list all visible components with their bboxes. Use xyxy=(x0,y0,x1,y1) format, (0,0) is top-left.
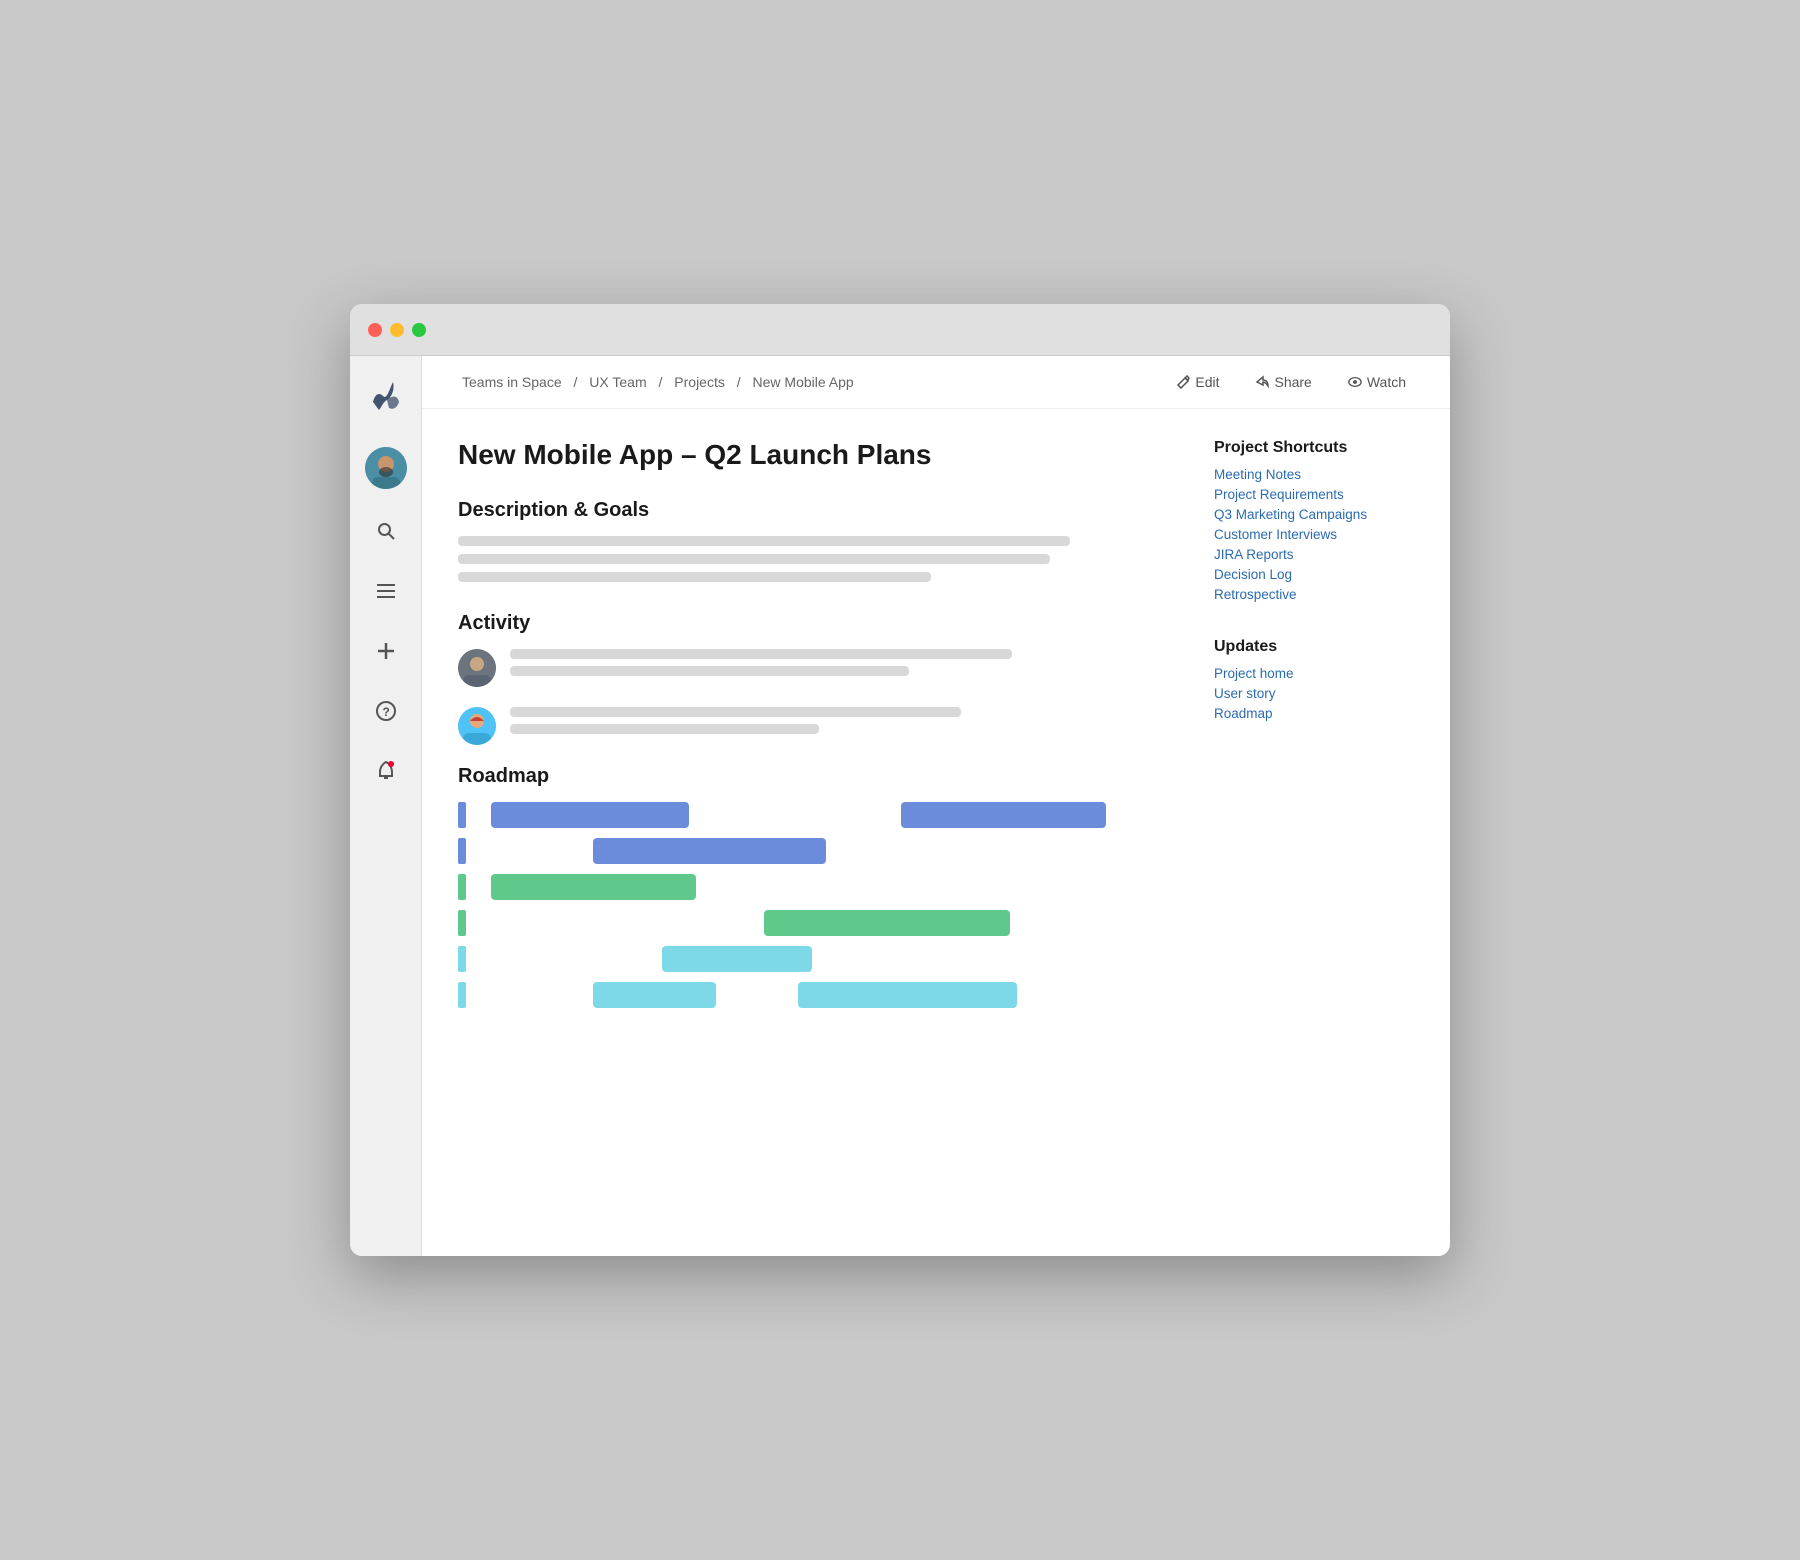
roadmap-gantt xyxy=(458,802,1154,1008)
watch-icon xyxy=(1348,375,1362,389)
gantt-track xyxy=(470,838,1154,864)
close-button[interactable] xyxy=(368,323,382,337)
activity-lines xyxy=(510,649,1154,676)
breadcrumb: Teams in Space / UX Team / Projects / Ne… xyxy=(458,374,858,390)
gantt-marker xyxy=(458,838,466,864)
watch-button[interactable]: Watch xyxy=(1340,370,1414,394)
activity-item xyxy=(458,649,1154,687)
gantt-bar xyxy=(491,874,696,900)
gantt-track xyxy=(470,946,1154,972)
topbar-actions: Edit Share Watch xyxy=(1168,370,1414,394)
watch-label: Watch xyxy=(1367,374,1406,390)
description-heading: Description & Goals xyxy=(458,499,1154,522)
left-sidebar: ? xyxy=(350,356,422,1256)
breadcrumb-part-4[interactable]: New Mobile App xyxy=(753,374,854,390)
roadmap-heading: Roadmap xyxy=(458,765,1154,788)
share-label: Share xyxy=(1274,374,1311,390)
gantt-row xyxy=(458,910,1154,936)
gantt-marker xyxy=(458,982,466,1008)
topbar: Teams in Space / UX Team / Projects / Ne… xyxy=(422,356,1450,409)
shortcuts-title: Project Shortcuts xyxy=(1214,439,1414,457)
app-body: ? Teams in Space / UX Team / xyxy=(350,356,1450,1256)
gantt-bar xyxy=(901,802,1106,828)
app-logo[interactable] xyxy=(365,372,407,423)
gantt-bar xyxy=(798,982,1017,1008)
placeholder-line xyxy=(510,649,1012,659)
page-main: New Mobile App – Q2 Launch Plans Descrip… xyxy=(458,439,1154,1008)
shortcut-link[interactable]: Q3 Marketing Campaigns xyxy=(1214,507,1414,522)
gantt-marker xyxy=(458,874,466,900)
breadcrumb-sep-1: / xyxy=(574,374,582,390)
activity-item xyxy=(458,707,1154,745)
maximize-button[interactable] xyxy=(412,323,426,337)
breadcrumb-part-1[interactable]: Teams in Space xyxy=(462,374,562,390)
share-button[interactable]: Share xyxy=(1247,370,1319,394)
right-sidebar: Project Shortcuts Meeting Notes Project … xyxy=(1214,439,1414,1008)
description-content xyxy=(458,536,1154,582)
user-avatar[interactable] xyxy=(365,447,407,489)
titlebar xyxy=(350,304,1450,356)
edit-label: Edit xyxy=(1195,374,1219,390)
shortcut-link[interactable]: Customer Interviews xyxy=(1214,527,1414,542)
placeholder-line xyxy=(510,707,961,717)
activity-lines xyxy=(510,707,1154,734)
gantt-bar xyxy=(491,802,689,828)
breadcrumb-sep-2: / xyxy=(659,374,667,390)
placeholder-line xyxy=(510,666,909,676)
svg-text:?: ? xyxy=(382,705,389,719)
avatar xyxy=(458,707,496,745)
help-icon[interactable]: ? xyxy=(368,693,404,729)
traffic-lights xyxy=(368,323,426,337)
shortcut-link[interactable]: Project Requirements xyxy=(1214,487,1414,502)
minimize-button[interactable] xyxy=(390,323,404,337)
edit-icon xyxy=(1176,375,1190,389)
breadcrumb-part-3[interactable]: Projects xyxy=(674,374,725,390)
updates-title: Updates xyxy=(1214,638,1414,656)
gantt-bar xyxy=(593,982,716,1008)
main-content: Teams in Space / UX Team / Projects / Ne… xyxy=(422,356,1450,1256)
update-link[interactable]: Roadmap xyxy=(1214,706,1414,721)
gantt-track xyxy=(470,874,1154,900)
roadmap-section: Roadmap xyxy=(458,765,1154,1008)
placeholder-line xyxy=(458,572,931,582)
gantt-row xyxy=(458,982,1154,1008)
gantt-row xyxy=(458,874,1154,900)
shortcut-link[interactable]: Retrospective xyxy=(1214,587,1414,602)
gantt-bar xyxy=(764,910,1010,936)
app-window: ? Teams in Space / UX Team / xyxy=(350,304,1450,1256)
shortcut-link[interactable]: JIRA Reports xyxy=(1214,547,1414,562)
gantt-marker xyxy=(458,802,466,828)
updates-group: Updates Project home User story Roadmap xyxy=(1214,638,1414,721)
gantt-row xyxy=(458,802,1154,828)
share-icon xyxy=(1255,375,1269,389)
shortcuts-group: Project Shortcuts Meeting Notes Project … xyxy=(1214,439,1414,602)
notifications-icon[interactable] xyxy=(368,753,404,789)
gantt-track xyxy=(470,910,1154,936)
update-link[interactable]: User story xyxy=(1214,686,1414,701)
shortcut-link[interactable]: Decision Log xyxy=(1214,567,1414,582)
page-title: New Mobile App – Q2 Launch Plans xyxy=(458,439,1154,471)
gantt-track xyxy=(470,802,1154,828)
gantt-bar xyxy=(662,946,812,972)
placeholder-line xyxy=(510,724,819,734)
search-icon[interactable] xyxy=(368,513,404,549)
add-icon[interactable] xyxy=(368,633,404,669)
page-area: New Mobile App – Q2 Launch Plans Descrip… xyxy=(422,409,1450,1038)
gantt-track xyxy=(470,982,1154,1008)
gantt-marker xyxy=(458,946,466,972)
gantt-row xyxy=(458,946,1154,972)
breadcrumb-part-2[interactable]: UX Team xyxy=(589,374,646,390)
gantt-bar xyxy=(593,838,826,864)
update-link[interactable]: Project home xyxy=(1214,666,1414,681)
edit-button[interactable]: Edit xyxy=(1168,370,1227,394)
menu-icon[interactable] xyxy=(368,573,404,609)
activity-heading: Activity xyxy=(458,612,1154,635)
avatar xyxy=(458,649,496,687)
shortcut-link[interactable]: Meeting Notes xyxy=(1214,467,1414,482)
placeholder-line xyxy=(458,554,1050,564)
breadcrumb-sep-3: / xyxy=(737,374,745,390)
gantt-row xyxy=(458,838,1154,864)
placeholder-line xyxy=(458,536,1070,546)
gantt-marker xyxy=(458,910,466,936)
